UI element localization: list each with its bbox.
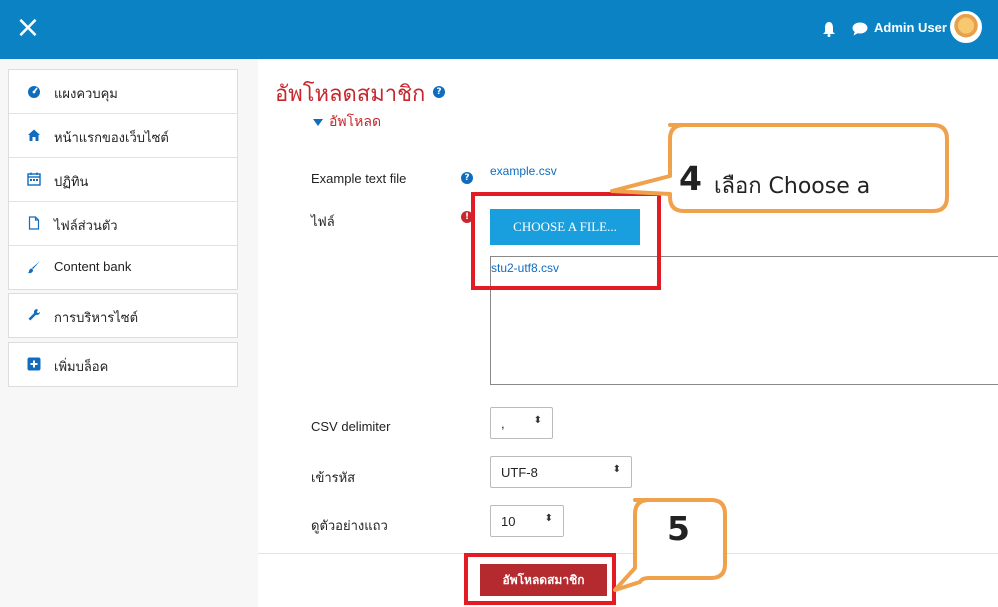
sidebar-item-label: แผงควบคุม [54,86,118,101]
sidebar-item-label: ไฟล์ส่วนตัว [54,218,118,233]
user-name[interactable]: Admin User [874,20,947,35]
preview-rows-label: ดูตัวอย่างแถว [311,518,388,533]
select-value: UTF-8 [501,465,538,480]
csv-delimiter-label: CSV delimiter [311,419,391,434]
csv-delimiter-select[interactable]: , ⬍ [490,407,553,439]
sidebar-item-label: เพิ่มบล็อค [54,359,109,374]
section-title: อัพโหลด [329,113,382,129]
example-csv-link[interactable]: example.csv [490,164,557,178]
sidebar-item-content-bank[interactable]: Content bank [9,246,237,289]
sidebar: แผงควบคุม หน้าแรกของเว็บไซต์ ปฏิทิน ไฟล์… [0,59,259,607]
sidebar-item-label: ปฏิทิน [54,174,89,189]
preview-rows-select[interactable]: 10 ⬍ [490,505,564,537]
select-value: , [501,416,505,431]
upload-section-toggle[interactable]: อัพโหลด [313,111,381,133]
sidebar-item-calendar[interactable]: ปฏิทิน [9,158,237,202]
sidebar-main-nav: แผงควบคุม หน้าแรกของเว็บไซต์ ปฏิทิน ไฟล์… [8,69,238,290]
encoding-select[interactable]: UTF-8 ⬍ [490,456,632,488]
file-label: ไฟล์ [311,214,335,229]
example-file-label: Example text file [311,171,407,186]
message-icon[interactable] [852,22,868,36]
sidebar-item-label: การบริหารไซต์ [54,310,139,325]
sidebar-admin-nav: การบริหารไซต์ [8,293,238,338]
file-icon [28,216,40,230]
sidebar-item-private-files[interactable]: ไฟล์ส่วนตัว [9,202,237,246]
collapse-triangle-icon [313,118,323,126]
notification-bell-icon[interactable] [822,21,836,37]
select-caret-icon: ⬍ [533,415,542,426]
top-navbar: × Admin User [0,0,998,59]
callout-4-number: 4 [679,159,702,198]
sidebar-item-site-home[interactable]: หน้าแรกของเว็บไซต์ [9,114,237,158]
user-avatar[interactable] [950,11,982,43]
select-caret-icon: ⬍ [612,464,621,475]
plus-square-icon [27,357,41,371]
page-title: อัพโหลดสมาชิก [275,81,426,106]
home-icon [28,129,40,141]
callout-bubble-5 [613,498,727,592]
sidebar-item-label: Content bank [54,259,132,274]
sidebar-item-label: หน้าแรกของเว็บไซต์ [54,130,169,145]
dashboard-icon [28,86,40,98]
wrench-icon [28,309,40,321]
sidebar-item-site-admin[interactable]: การบริหารไซต์ [9,294,237,337]
select-caret-icon: ⬍ [544,513,553,524]
sidebar-item-add-block[interactable]: เพิ่มบล็อค [9,343,237,386]
sidebar-item-dashboard[interactable]: แผงควบคุม [9,70,237,114]
calendar-icon [27,172,41,186]
help-icon[interactable]: ? [433,86,445,98]
close-drawer-button[interactable]: × [10,8,46,48]
help-icon[interactable]: ? [461,172,473,184]
select-value: 10 [501,514,516,529]
callout-5-number: 5 [667,509,690,548]
callout-4-text: เลือก Choose a [714,174,871,199]
encoding-label: เข้ารหัส [311,470,356,485]
sidebar-block-nav: เพิ่มบล็อค [8,342,238,387]
brush-icon [27,261,40,274]
